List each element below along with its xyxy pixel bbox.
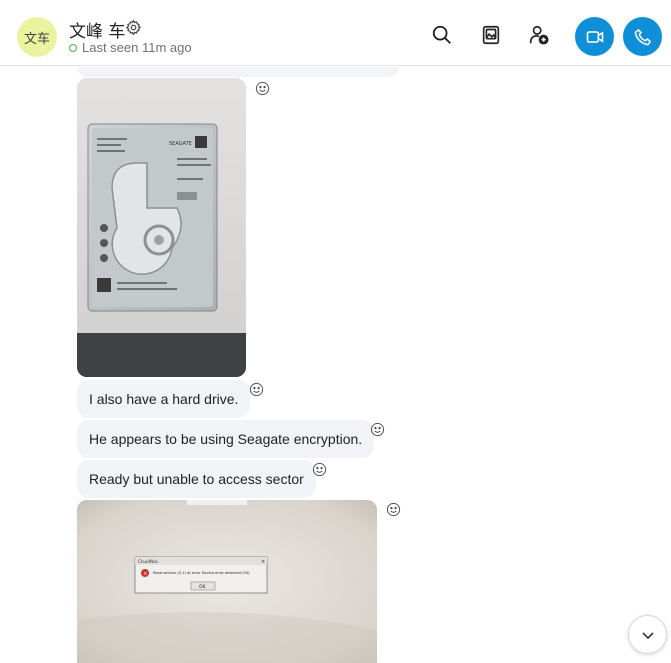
avatar[interactable]: 文车 bbox=[17, 17, 57, 57]
video-call-icon bbox=[586, 30, 603, 43]
last-seen-text: Last seen 11m ago bbox=[82, 40, 192, 55]
reaction-icon[interactable] bbox=[370, 422, 385, 437]
chevron-down-icon bbox=[641, 631, 654, 639]
status-line: Last seen 11m ago bbox=[69, 40, 192, 55]
message-text: Ready but unable to access sector bbox=[89, 471, 304, 487]
chat-header: 文车 文峰 车 Last seen 11m ago bbox=[0, 0, 671, 66]
search-icon[interactable] bbox=[431, 24, 453, 46]
previous-message-bubble[interactable] bbox=[77, 67, 399, 77]
message-bubble[interactable]: Ready but unable to access sector bbox=[77, 460, 316, 498]
scroll-to-bottom-button[interactable] bbox=[628, 615, 667, 654]
hard-drive-image: SEAGATE bbox=[77, 78, 246, 377]
audio-call-icon bbox=[634, 28, 651, 45]
reaction-icon[interactable] bbox=[312, 462, 327, 477]
gear-icon[interactable] bbox=[125, 19, 142, 36]
error-dialog-photo[interactable]: CloudNas × × Read sectors (0-1) at error… bbox=[77, 500, 377, 663]
video-call-button[interactable] bbox=[575, 17, 614, 56]
online-status-icon bbox=[69, 43, 77, 52]
hard-drive-photo[interactable]: SEAGATE bbox=[77, 78, 246, 377]
message-bubble[interactable]: I also have a hard drive. bbox=[77, 380, 251, 418]
contact-name[interactable]: 文峰 车 bbox=[69, 17, 125, 42]
svg-text:×: × bbox=[261, 559, 265, 565]
gallery-icon[interactable] bbox=[480, 24, 502, 46]
message-bubble[interactable]: He appears to be using Seagate encryptio… bbox=[77, 420, 375, 458]
error-dialog-image: CloudNas × × Read sectors (0-1) at error… bbox=[77, 500, 377, 663]
dialog-text: Read sectors (0-1) at error Device error… bbox=[153, 571, 250, 575]
audio-call-button[interactable] bbox=[623, 17, 662, 56]
reaction-icon[interactable] bbox=[249, 382, 264, 397]
seagate-label: SEAGATE bbox=[169, 141, 192, 147]
reaction-icon[interactable] bbox=[255, 81, 270, 96]
add-person-icon[interactable] bbox=[528, 24, 550, 46]
message-list[interactable]: SEAGATE I also have a hard drive. He app… bbox=[0, 67, 671, 663]
dialog-ok: OK bbox=[199, 584, 207, 590]
svg-text:×: × bbox=[143, 571, 147, 577]
message-text: I also have a hard drive. bbox=[89, 391, 239, 407]
message-text: He appears to be using Seagate encryptio… bbox=[89, 431, 363, 447]
reaction-icon[interactable] bbox=[386, 502, 401, 517]
dialog-title: CloudNas bbox=[138, 559, 158, 564]
